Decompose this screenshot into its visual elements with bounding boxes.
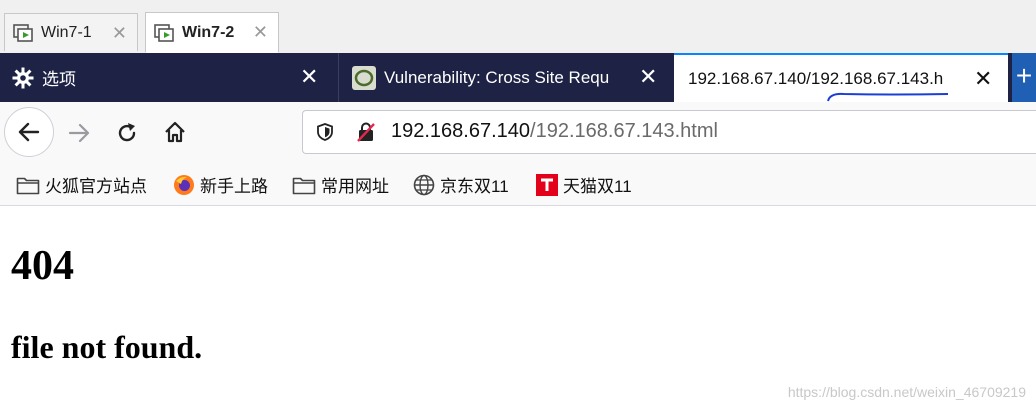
tab-dvwa[interactable]: Vulnerability: Cross Site Requ ✕ <box>338 53 674 102</box>
tab-label: Vulnerability: Cross Site Requ <box>384 67 610 87</box>
tab-label: 192.168.67.140/192.168.67.143.h <box>688 68 944 88</box>
vm-tab-win7-2[interactable]: Win7-2 ✕ <box>145 12 279 53</box>
bookmark-tmall-11[interactable]: 天猫双11 <box>536 172 632 197</box>
page-content: 404 file not found. https://blog.csdn.ne… <box>0 206 1036 408</box>
vm-tab-label: Win7-2 <box>182 23 235 41</box>
tmall-icon <box>536 173 558 196</box>
vm-tab-label: Win7-1 <box>41 23 92 41</box>
bookmark-common-sites[interactable]: 常用网址 <box>292 172 389 197</box>
tab-options[interactable]: 选项 ✕ <box>0 53 338 102</box>
vm-icon <box>13 22 35 44</box>
insecure-lock-icon[interactable] <box>355 121 377 148</box>
bookmark-label: 新手上路 <box>200 177 268 196</box>
bookmark-jd-11[interactable]: 京东双11 <box>413 172 509 197</box>
home-icon <box>165 121 185 143</box>
reload-icon <box>118 123 136 142</box>
close-icon[interactable]: ✕ <box>112 23 127 44</box>
bookmark-label: 常用网址 <box>321 177 389 196</box>
back-button[interactable] <box>4 107 54 157</box>
dvwa-icon <box>352 65 376 90</box>
bookmark-firefox-official[interactable]: 火狐官方站点 <box>16 172 147 197</box>
bookmark-label: 京东双11 <box>440 177 509 196</box>
tab-current-page[interactable]: 192.168.67.140/192.168.67.143.h ✕ <box>674 53 1008 102</box>
globe-icon <box>413 174 435 195</box>
tab-label: 选项 <box>42 70 76 89</box>
firefox-icon <box>174 174 194 195</box>
vm-icon <box>154 22 176 44</box>
close-tab-icon[interactable]: ✕ <box>639 64 657 90</box>
close-tab-icon[interactable]: ✕ <box>974 66 992 92</box>
folder-icon <box>292 177 316 194</box>
watermark: https://blog.csdn.net/weixin_46709219 <box>787 384 1026 400</box>
home-button[interactable] <box>160 117 190 147</box>
reload-button[interactable] <box>112 118 142 148</box>
vm-tab-win7-1[interactable]: Win7-1 ✕ <box>4 13 138 51</box>
bookmarks-toolbar: 火狐官方站点 新手上路 常用网址 京东双11 天猫双11 <box>0 162 1036 206</box>
close-tab-icon[interactable]: ✕ <box>300 64 318 90</box>
url-path: /192.168.67.143.html <box>530 120 718 142</box>
error-message: file not found. <box>11 329 203 365</box>
navigation-bar: 192.168.67.140/192.168.67.143.html <box>0 102 1036 162</box>
new-tab-button[interactable]: + <box>1012 53 1036 102</box>
browser-tab-bar: 选项 ✕ Vulnerability: Cross Site Requ ✕ 19… <box>0 53 1036 102</box>
gear-icon <box>12 67 34 89</box>
bookmark-getting-started[interactable]: 新手上路 <box>173 172 268 197</box>
shield-icon[interactable] <box>315 122 335 147</box>
handwritten-underline <box>827 92 949 102</box>
folder-icon <box>16 177 40 194</box>
bookmark-label: 天猫双11 <box>563 177 632 196</box>
forward-arrow-icon <box>68 123 90 143</box>
url-bar[interactable]: 192.168.67.140/192.168.67.143.html <box>302 110 1036 154</box>
close-icon[interactable]: ✕ <box>253 22 268 43</box>
vm-tab-strip: Win7-1 ✕ Win7-2 ✕ <box>0 0 1036 53</box>
error-heading: 404 <box>11 243 74 289</box>
back-arrow-icon <box>18 122 40 142</box>
url-text[interactable]: 192.168.67.140/192.168.67.143.html <box>391 120 718 143</box>
url-host: 192.168.67.140 <box>391 120 531 142</box>
bookmark-label: 火狐官方站点 <box>45 177 147 196</box>
forward-button[interactable] <box>64 118 94 148</box>
